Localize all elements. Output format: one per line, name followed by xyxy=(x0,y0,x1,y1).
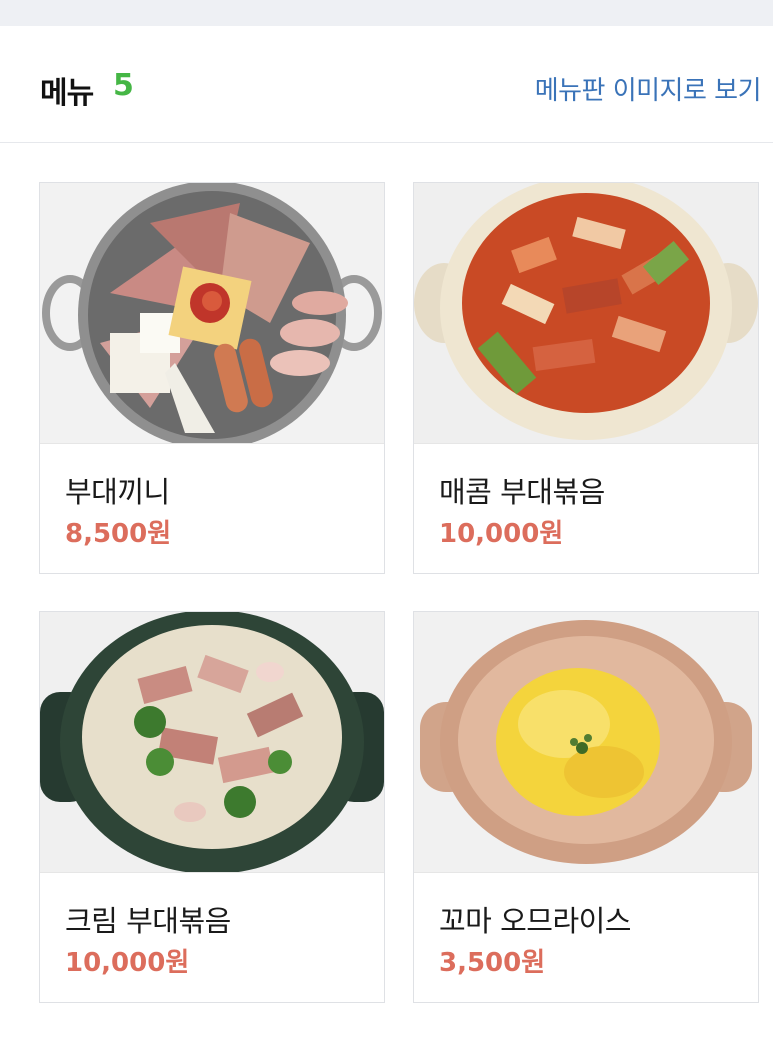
menu-item-price: 10,000원 xyxy=(439,519,564,549)
menu-title: 메뉴 xyxy=(40,76,94,111)
cream-budae-stirfry-photo xyxy=(40,612,384,873)
top-strip xyxy=(0,0,773,26)
menu-card-mini-omurice[interactable]: 꼬마 오므라이스 3,500원 xyxy=(413,611,759,1003)
menu-item-name: 크림 부대볶음 xyxy=(65,904,231,938)
menu-item-name: 매콤 부대볶음 xyxy=(439,475,605,509)
mini-omurice-photo xyxy=(414,612,758,873)
menu-item-price: 10,000원 xyxy=(65,948,190,978)
budae-jjigae-pot-photo xyxy=(40,183,384,444)
menu-item-price: 8,500원 xyxy=(65,519,172,549)
menu-item-price: 3,500원 xyxy=(439,948,546,978)
menu-header: 메뉴 5 메뉴판 이미지로 보기 xyxy=(0,26,773,143)
menu-card-spicy-budae-bokkeum[interactable]: 매콤 부대볶음 10,000원 xyxy=(413,182,759,574)
menu-card-budaekkini[interactable]: 부대끼니 8,500원 xyxy=(39,182,385,574)
menu-item-name: 꼬마 오므라이스 xyxy=(439,904,631,938)
menu-item-name: 부대끼니 xyxy=(65,475,170,509)
menu-card-cream-budae-bokkeum[interactable]: 크림 부대볶음 10,000원 xyxy=(39,611,385,1003)
spicy-budae-stirfry-photo xyxy=(414,183,758,444)
view-menu-image-link[interactable]: 메뉴판 이미지로 보기 xyxy=(535,70,762,107)
menu-count: 5 xyxy=(113,68,134,103)
